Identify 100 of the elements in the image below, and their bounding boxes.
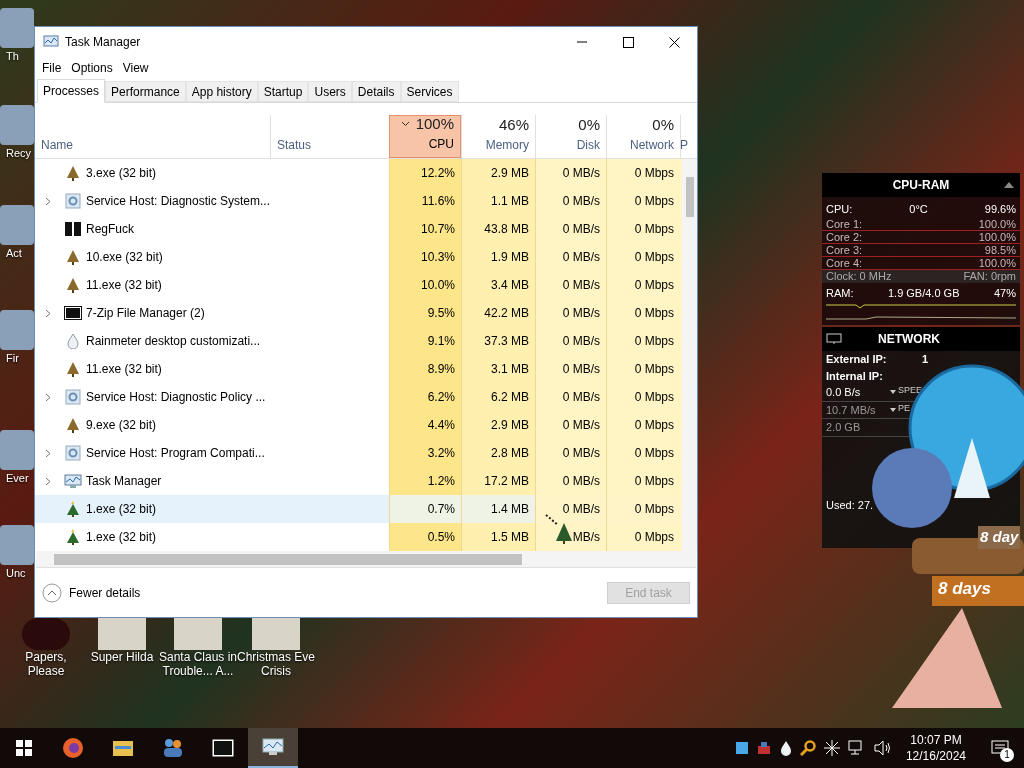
tree-icon — [66, 165, 80, 181]
memory-cell: 6.2 MB — [461, 383, 535, 411]
tab[interactable]: Users — [308, 81, 352, 102]
menu-item[interactable]: Options — [66, 59, 118, 77]
ram-amount: 1.9 GB/4.0 GB — [887, 285, 960, 301]
process-name: 7-Zip File Manager (2) — [86, 305, 205, 322]
shortcut-label[interactable]: Papers, Please — [6, 650, 86, 678]
taskbar-button[interactable] — [248, 728, 298, 768]
shortcut-label[interactable]: Santa Claus in Trouble... A... — [158, 650, 238, 678]
column-header[interactable]: P — [680, 115, 694, 158]
column-label: CPU — [428, 136, 454, 153]
process-row[interactable]: RegFuck 10.7% 43.8 MB 0 MB/s 0 Mbps — [35, 215, 682, 243]
window-title: Task Manager — [65, 34, 141, 51]
ip-label: Internal IP: — [826, 368, 884, 384]
shortcut-label[interactable]: Christmas Eve Crisis — [236, 650, 316, 678]
clock-time: 10:07 PM — [910, 732, 962, 748]
shortcut-label[interactable]: Unc — [0, 565, 26, 582]
shortcut-label[interactable]: Th — [0, 48, 19, 65]
disk-cell: 0 MB/s — [535, 299, 606, 327]
fewer-details-link[interactable]: Fewer details — [69, 583, 141, 602]
process-name: Service Host: Diagnostic Policy ... — [86, 389, 266, 406]
network-cell: 0 Mbps — [606, 299, 680, 327]
tab[interactable]: Services — [400, 81, 459, 102]
process-name: Rainmeter desktop customizati... — [86, 333, 261, 350]
shortcut-label[interactable]: Super Hilda — [90, 650, 154, 664]
cpu-cell: 0.5% — [389, 523, 461, 551]
droplet-tray-icon[interactable] — [779, 740, 792, 756]
expand-chevron-icon[interactable] — [45, 196, 51, 206]
menu-item[interactable]: File — [37, 59, 67, 77]
notification-button[interactable]: 1 — [980, 728, 1020, 768]
column-header[interactable]: 100% CPU — [389, 115, 461, 158]
process-row[interactable]: Rainmeter desktop customizati... 9.1% 37.3 MB 0 MB/s 0 Mbps — [35, 327, 682, 355]
horizontal-scrollbar[interactable] — [36, 551, 696, 568]
tab[interactable]: Processes — [37, 79, 106, 103]
shortcut-label[interactable]: Act — [0, 245, 22, 262]
widget-title: CPU-RAM — [892, 177, 950, 194]
process-name: 1.exe (32 bit) — [86, 501, 157, 518]
expand-chevron-icon[interactable] — [45, 476, 51, 486]
shortcut-label[interactable]: Fir — [0, 350, 19, 367]
volume-icon[interactable] — [873, 740, 892, 756]
tab[interactable]: App history — [185, 81, 258, 102]
process-row[interactable]: Task Manager 1.2% 17.2 MB 0 MB/s 0 Mbps — [35, 467, 682, 495]
memory-cell: 3.1 MB — [461, 355, 535, 383]
expand-chevron-icon[interactable] — [45, 392, 51, 402]
cpu-cell: 10.0% — [389, 271, 461, 299]
memory-cell: 1.9 MB — [461, 243, 535, 271]
disk-cell: 0 MB/s — [535, 467, 606, 495]
process-row[interactable]: 11.exe (32 bit) 8.9% 3.1 MB 0 MB/s 0 Mbps — [35, 355, 682, 383]
ram-label: RAM: — [826, 285, 854, 301]
column-percent: 100% — [415, 113, 454, 134]
tab[interactable]: Details — [351, 81, 401, 102]
column-header[interactable]: 46% Memory — [461, 115, 535, 158]
column-percent: 0% — [578, 114, 600, 135]
column-header[interactable]: Name — [35, 115, 270, 158]
expand-chevron-icon[interactable] — [45, 448, 51, 458]
asterisk-tray-icon[interactable] — [823, 740, 840, 756]
menu-item[interactable]: View — [117, 59, 154, 77]
collapse-icon[interactable] — [42, 582, 62, 603]
column-header[interactable]: 0% Network — [606, 115, 680, 158]
process-row[interactable]: 9.exe (32 bit) 4.4% 2.9 MB 0 MB/s 0 Mbps — [35, 411, 682, 439]
droplet-icon — [66, 333, 80, 349]
shortcut-label[interactable]: Ever — [0, 470, 29, 487]
core-usage: 98.5% — [984, 243, 1016, 256]
gear-icon — [64, 193, 81, 209]
tab[interactable]: Startup — [257, 81, 309, 102]
process-row[interactable]: 7-Zip File Manager (2) 9.5% 42.2 MB 0 MB/s 0 Mbps — [35, 299, 682, 327]
process-row[interactable]: Service Host: Diagnostic Policy ... 6.2% 6.2 MB 0 MB/s 0 Mbps — [35, 383, 682, 411]
memory-cell: 1.4 MB — [461, 495, 535, 523]
network-cell: 0 Mbps — [606, 523, 680, 551]
process-row[interactable]: 11.exe (32 bit) 10.0% 3.4 MB 0 MB/s 0 Mbps — [35, 271, 682, 299]
cpu-cell: 6.2% — [389, 383, 461, 411]
disk-cell: 0 MB/s — [535, 495, 606, 523]
cpu-cell: 10.7% — [389, 215, 461, 243]
browser-icon — [62, 737, 84, 759]
process-name: 11.exe (32 bit) — [86, 361, 162, 378]
square-tray-icon[interactable] — [735, 742, 748, 754]
toolbox-tray-icon[interactable] — [755, 740, 772, 756]
process-row[interactable]: 1.exe (32 bit) 0.5% 1.5 MB MB/s 0 Mbps — [35, 523, 682, 551]
cpu-cell: 3.2% — [389, 439, 461, 467]
tab[interactable]: Performance — [105, 81, 186, 102]
process-row[interactable]: Service Host: Diagnostic System... 11.6% 1.1 MB 0 MB/s 0 Mbps — [35, 187, 682, 215]
search-tray-icon[interactable] — [799, 740, 816, 756]
column-label: Network — [630, 137, 674, 154]
expand-chevron-icon[interactable] — [45, 308, 51, 318]
core-label: Core 1: — [826, 217, 863, 230]
core-label: Core 2: — [826, 230, 863, 243]
cpu-cell: 1.2% — [389, 467, 461, 495]
disk-cell: 0 MB/s — [535, 327, 606, 355]
disk-cell: 0 MB/s — [535, 411, 606, 439]
process-row[interactable]: Service Host: Program Compati... 3.2% 2.8 MB 0 MB/s 0 Mbps — [35, 439, 682, 467]
column-label: Disk — [576, 137, 600, 154]
collapse-arrow-icon[interactable] — [1004, 182, 1014, 188]
column-header[interactable]: 0% Disk — [535, 115, 606, 158]
process-row[interactable]: 1.exe (32 bit) 0.7% 1.4 MB 0 MB/s 0 Mbps — [35, 495, 682, 523]
process-row[interactable]: 10.exe (32 bit) 10.3% 1.9 MB 0 MB/s 0 Mbps — [35, 243, 682, 271]
process-row[interactable]: 3.exe (32 bit) 12.2% 2.9 MB 0 MB/s 0 Mbps — [35, 159, 682, 187]
clock[interactable]: 10:07 PM 12/16/2024 — [899, 732, 972, 764]
vertical-scrollbar[interactable] — [682, 159, 697, 551]
column-label: Memory — [485, 137, 529, 154]
shortcut-label[interactable]: Recy — [0, 145, 32, 162]
